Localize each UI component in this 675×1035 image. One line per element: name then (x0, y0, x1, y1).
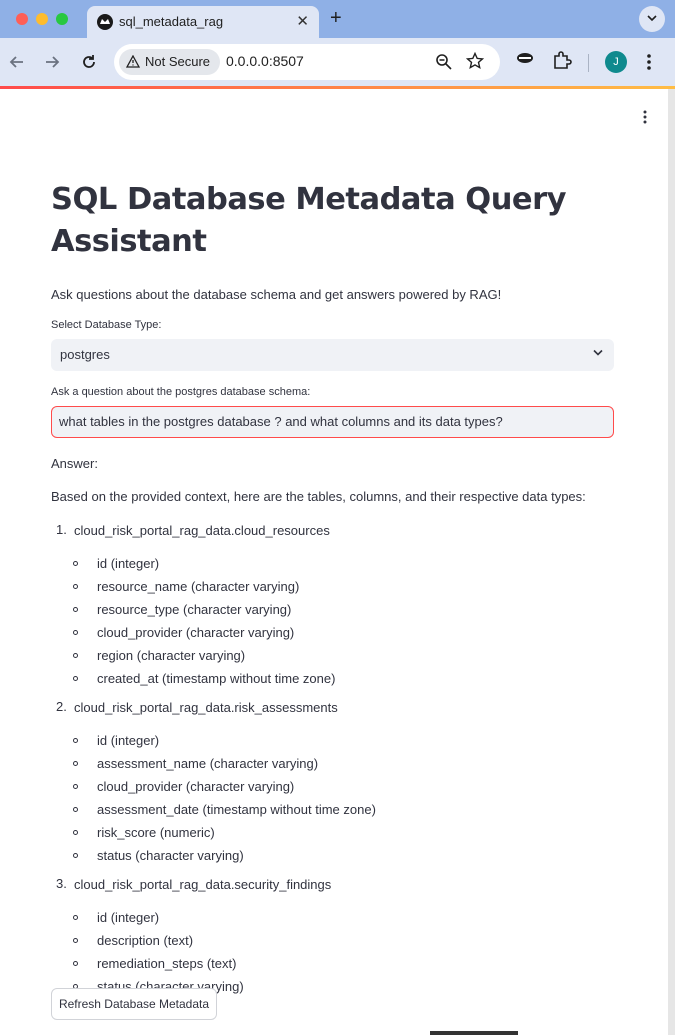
db-type-value: postgres (60, 347, 110, 362)
column-item: status (character varying) (51, 847, 614, 870)
column-item: created_at (timestamp without time zone) (51, 670, 614, 693)
minimize-window-button[interactable] (36, 13, 48, 25)
table-item: 1. cloud_risk_portal_rag_data.cloud_reso… (51, 522, 614, 693)
question-text: what tables in the postgres database ? a… (59, 414, 503, 429)
extensions-puzzle-icon[interactable] (552, 50, 572, 70)
column-item: resource_type (character varying) (51, 601, 614, 624)
zoom-icon[interactable] (435, 53, 453, 71)
browser-tab[interactable]: sql_metadata_rag ✕ (87, 6, 319, 38)
column-item: cloud_provider (character varying) (51, 624, 614, 647)
question-label: Ask a question about the postgres databa… (51, 386, 311, 398)
app-menu-icon[interactable] (642, 109, 648, 125)
security-chip[interactable]: Not Secure (119, 49, 221, 75)
column-item: id (integer) (51, 555, 614, 578)
reload-icon[interactable] (78, 51, 100, 73)
streamlit-favicon-icon (97, 14, 113, 30)
table-item: 3. cloud_risk_portal_rag_data.security_f… (51, 876, 614, 1001)
column-item: description (text) (51, 932, 614, 955)
answer-intro: Based on the provided context, here are … (51, 489, 586, 504)
column-list: id (integer) assessment_name (character … (51, 732, 614, 870)
forward-arrow-icon[interactable] (41, 51, 63, 73)
page-title: SQL Database Metadata Query Assistant (51, 182, 567, 259)
browser-toolbar: Not Secure 0.0.0.0:8507 J (0, 38, 675, 86)
browser-window: sql_metadata_rag ✕ + Not Secure 0.0.0.0:… (0, 0, 675, 1035)
close-window-button[interactable] (16, 13, 28, 25)
table-item: 2. cloud_risk_portal_rag_data.risk_asses… (51, 699, 614, 870)
column-item: region (character varying) (51, 647, 614, 670)
address-bar[interactable]: Not Secure 0.0.0.0:8507 (114, 44, 500, 80)
column-list: id (integer) resource_name (character va… (51, 555, 614, 693)
browser-menu-icon[interactable] (646, 53, 652, 71)
column-item: assessment_name (character varying) (51, 755, 614, 778)
new-tab-icon[interactable]: + (330, 8, 342, 28)
tab-search-button[interactable] (639, 6, 665, 32)
bookmark-star-icon[interactable] (466, 52, 484, 70)
page-subtitle: Ask questions about the database schema … (51, 287, 502, 302)
scrollbar[interactable] (668, 89, 675, 1035)
column-item: id (integer) (51, 909, 614, 932)
maximize-window-button[interactable] (56, 13, 68, 25)
chevron-down-icon (647, 15, 657, 22)
refresh-metadata-button[interactable]: Refresh Database Metadata (51, 988, 217, 1020)
table-number: 3. (56, 876, 67, 891)
tab-title: sql_metadata_rag (119, 14, 224, 29)
back-arrow-icon[interactable] (6, 51, 28, 73)
extension-incognito-icon[interactable] (515, 51, 535, 65)
url-text[interactable]: 0.0.0.0:8507 (226, 53, 304, 69)
table-name: cloud_risk_portal_rag_data.cloud_resourc… (74, 523, 330, 538)
table-number: 1. (56, 522, 67, 537)
column-item: remediation_steps (text) (51, 955, 614, 978)
column-item: cloud_provider (character varying) (51, 778, 614, 801)
tab-close-icon[interactable]: ✕ (296, 12, 309, 30)
db-type-select[interactable]: postgres (51, 339, 614, 371)
bottom-decoration (430, 1031, 518, 1035)
table-name: cloud_risk_portal_rag_data.security_find… (74, 877, 332, 892)
answer-label: Answer: (51, 456, 98, 471)
security-label: Not Secure (145, 54, 211, 69)
main-content: SQL Database Metadata Query Assistant As… (51, 179, 614, 1007)
column-item: resource_name (character varying) (51, 578, 614, 601)
tables-list: 1. cloud_risk_portal_rag_data.cloud_reso… (51, 522, 614, 1001)
question-input[interactable]: what tables in the postgres database ? a… (51, 406, 614, 438)
table-number: 2. (56, 699, 67, 714)
app-page: SQL Database Metadata Query Assistant As… (0, 89, 668, 1035)
chevron-down-icon (593, 349, 603, 356)
column-item: id (integer) (51, 732, 614, 755)
toolbar-divider (588, 54, 589, 72)
warning-icon (126, 55, 140, 68)
db-select-label: Select Database Type: (51, 319, 162, 331)
column-item: risk_score (numeric) (51, 824, 614, 847)
table-name: cloud_risk_portal_rag_data.risk_assessme… (74, 700, 338, 715)
tab-strip: sql_metadata_rag ✕ + (0, 0, 675, 38)
profile-avatar[interactable]: J (605, 51, 627, 73)
column-item: assessment_date (timestamp without time … (51, 801, 614, 824)
